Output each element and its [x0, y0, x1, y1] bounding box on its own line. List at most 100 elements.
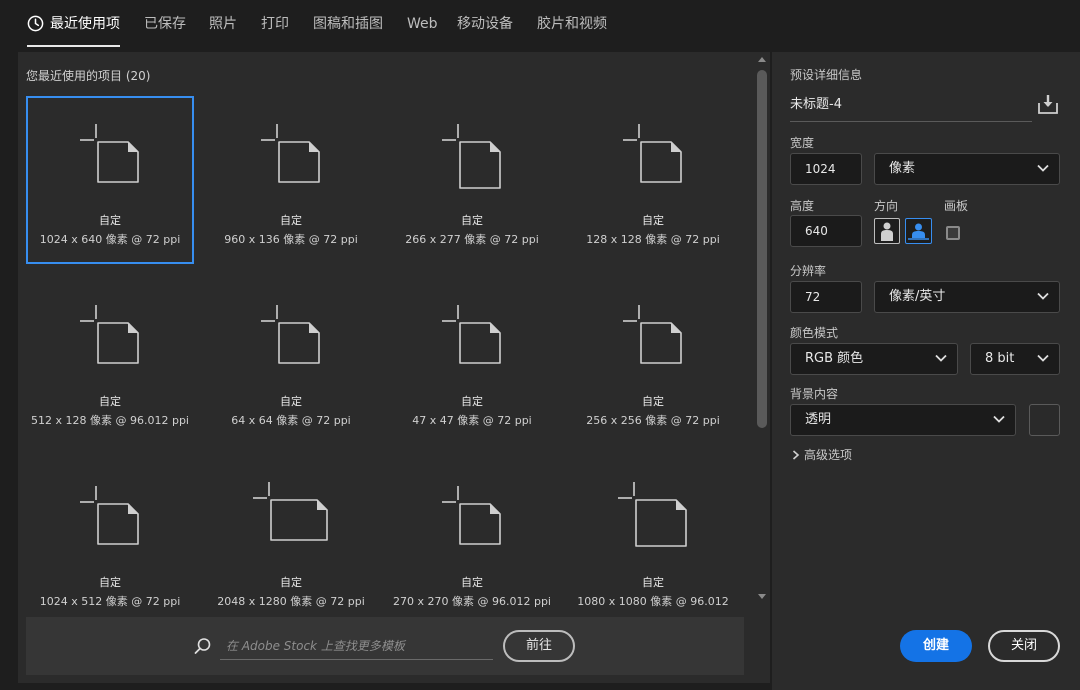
width-unit-value: 像素: [889, 161, 916, 176]
height-label: 高度: [790, 199, 815, 213]
background-color-swatch[interactable]: [1029, 404, 1060, 436]
search-icon: [194, 638, 211, 654]
background-select[interactable]: 透明: [790, 404, 1016, 436]
resolution-input[interactable]: 72: [790, 281, 862, 313]
save-preset-icon[interactable]: [1037, 93, 1059, 115]
scroll-down-arrow-icon[interactable]: [758, 594, 766, 600]
resolution-unit-select[interactable]: 像素/英寸: [874, 281, 1060, 313]
height-input[interactable]: 640: [790, 215, 862, 247]
preset-name: 自定: [280, 214, 302, 227]
preset-dimensions: 960 x 136 像素 @ 72 ppi: [224, 233, 358, 246]
preset-dimensions: 1024 x 640 像素 @ 72 ppi: [39, 233, 181, 246]
preset-name: 自定: [642, 214, 664, 227]
preset-card[interactable]: 自定 1080 x 1080 像素 @ 96.012: [569, 458, 737, 612]
preset-name: 自定: [642, 395, 664, 408]
scrollbar-thumb[interactable]: [757, 70, 767, 428]
advanced-options-label: 高级选项: [804, 448, 853, 462]
preset-name: 自定: [280, 576, 302, 589]
new-document-icon: [623, 124, 682, 183]
preset-card[interactable]: 自定 2048 x 1280 像素 @ 72 ppi: [207, 458, 375, 612]
tab-mobile[interactable]: 移动设备: [457, 14, 513, 34]
new-document-icon: [261, 305, 320, 364]
preset-name: 自定: [642, 576, 664, 589]
preset-name: 自定: [99, 214, 121, 227]
preset-card[interactable]: 自定 270 x 270 像素 @ 96.012 ppi: [388, 458, 556, 612]
scroll-up-arrow-icon[interactable]: [758, 56, 766, 62]
preset-dimensions: 47 x 47 像素 @ 72 ppi: [412, 414, 532, 427]
chevron-down-icon: [1037, 354, 1049, 362]
preset-name: 自定: [280, 395, 302, 408]
tab-recent[interactable]: 最近使用项: [50, 14, 120, 34]
preset-card[interactable]: 自定 256 x 256 像素 @ 72 ppi: [569, 277, 737, 445]
new-document-icon: [623, 305, 682, 364]
preset-dimensions: 128 x 128 像素 @ 72 ppi: [586, 233, 720, 246]
background-value: 透明: [805, 412, 832, 427]
width-input[interactable]: 1024: [790, 153, 862, 185]
chevron-down-icon: [993, 415, 1005, 423]
top-tab-bar: 最近使用项 已保存 照片 打印 图稿和插图 Web 移动设备 胶片和视频: [0, 0, 1080, 48]
background-label: 背景内容: [790, 387, 839, 401]
close-button[interactable]: 关闭: [988, 630, 1060, 662]
active-tab-indicator: [27, 45, 120, 47]
clock-icon: [27, 15, 44, 32]
preset-card[interactable]: 自定 128 x 128 像素 @ 72 ppi: [569, 96, 737, 264]
preset-dimensions: 512 x 128 像素 @ 96.012 ppi: [31, 414, 189, 427]
new-document-icon: [442, 124, 501, 189]
preset-card[interactable]: 自定 47 x 47 像素 @ 72 ppi: [388, 277, 556, 445]
preset-name: 自定: [461, 214, 483, 227]
new-document-icon: [442, 486, 501, 545]
preset-name: 自定: [99, 395, 121, 408]
color-mode-value: RGB 颜色: [805, 351, 864, 366]
preset-name: 自定: [461, 395, 483, 408]
portrait-person-icon: [881, 222, 893, 241]
preset-card[interactable]: 自定 266 x 277 像素 @ 72 ppi: [388, 96, 556, 264]
recent-items-heading: 您最近使用的项目 (20): [26, 69, 151, 83]
tab-art-illustration[interactable]: 图稿和插图: [313, 14, 383, 34]
tab-web[interactable]: Web: [407, 14, 438, 34]
preset-dimensions: 1080 x 1080 像素 @ 96.012: [577, 595, 729, 608]
landscape-orientation-button[interactable]: [905, 218, 932, 244]
new-document-icon: [261, 124, 320, 183]
new-document-icon: [80, 305, 139, 364]
tab-print[interactable]: 打印: [261, 14, 289, 34]
width-unit-select[interactable]: 像素: [874, 153, 1060, 185]
preset-card[interactable]: 自定 1024 x 512 像素 @ 72 ppi: [26, 458, 194, 612]
stock-search-input[interactable]: [220, 632, 493, 660]
bit-depth-select[interactable]: 8 bit: [970, 343, 1060, 375]
new-document-icon: [253, 482, 328, 541]
resolution-unit-value: 像素/英寸: [889, 289, 946, 304]
preset-name: 自定: [461, 576, 483, 589]
chevron-down-icon: [1037, 164, 1049, 172]
chevron-down-icon: [1037, 292, 1049, 300]
recent-items-grid: 自定 1024 x 640 像素 @ 72 ppi 自定 960 x 136 像素 …: [26, 96, 746, 612]
color-mode-select[interactable]: RGB 颜色: [790, 343, 958, 375]
tab-saved[interactable]: 已保存: [144, 14, 186, 34]
chevron-down-icon: [935, 354, 947, 362]
preset-details-heading: 预设详细信息: [790, 68, 863, 82]
color-mode-label: 颜色模式: [790, 326, 839, 340]
tab-photo[interactable]: 照片: [209, 14, 237, 34]
artboard-checkbox[interactable]: [946, 226, 960, 240]
preset-dimensions: 1024 x 512 像素 @ 72 ppi: [39, 595, 181, 608]
go-button[interactable]: 前往: [503, 630, 575, 662]
chevron-right-icon: [792, 450, 800, 460]
document-name-field[interactable]: 未标题-4: [790, 94, 1032, 122]
new-document-icon: [618, 482, 687, 547]
preset-card[interactable]: 自定 64 x 64 像素 @ 72 ppi: [207, 277, 375, 445]
tab-film-video[interactable]: 胶片和视频: [537, 14, 607, 34]
width-label: 宽度: [790, 136, 815, 150]
bit-depth-value: 8 bit: [985, 351, 1015, 366]
preset-card[interactable]: 自定 512 x 128 像素 @ 96.012 ppi: [26, 277, 194, 445]
portrait-orientation-button[interactable]: [874, 218, 900, 244]
preset-dimensions: 270 x 270 像素 @ 96.012 ppi: [393, 595, 551, 608]
advanced-options-toggle[interactable]: 高级选项: [792, 446, 852, 463]
recent-items-scrollbar[interactable]: [755, 52, 769, 608]
preset-name: 自定: [99, 576, 121, 589]
preset-card[interactable]: 自定 960 x 136 像素 @ 72 ppi: [207, 96, 375, 264]
artboard-label: 画板: [944, 199, 969, 213]
preset-dimensions: 256 x 256 像素 @ 72 ppi: [586, 414, 720, 427]
create-button[interactable]: 创建: [900, 630, 972, 662]
preset-card[interactable]: 自定 1024 x 640 像素 @ 72 ppi: [26, 96, 194, 264]
orientation-label: 方向: [874, 199, 899, 213]
preset-dimensions: 2048 x 1280 像素 @ 72 ppi: [217, 595, 365, 608]
